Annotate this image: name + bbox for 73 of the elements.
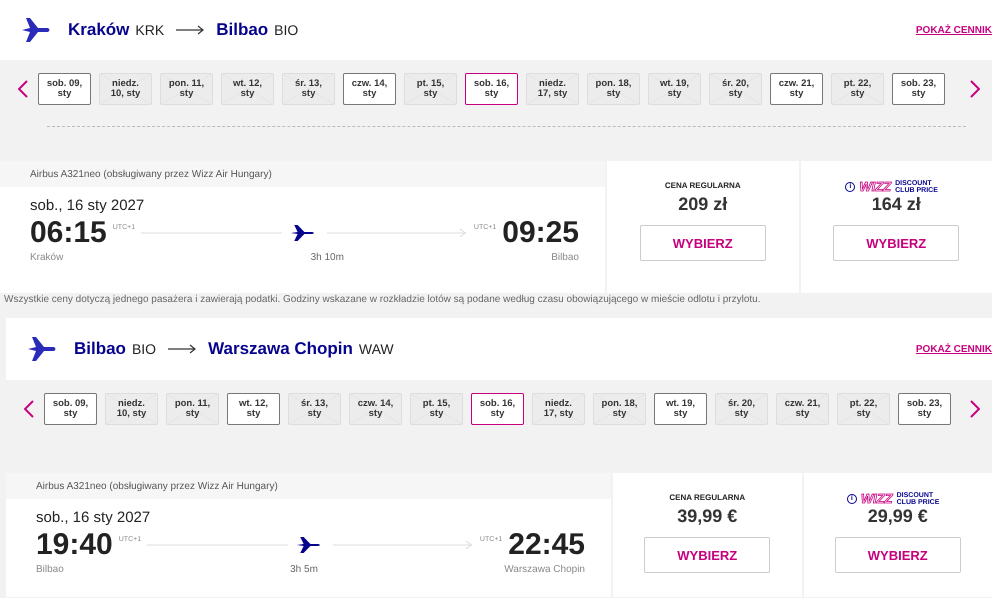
date-chip[interactable]: pt. 22, sty [831,73,884,105]
date-chip[interactable]: sob. 09, sty [44,393,97,425]
aircraft-label: Airbus A321neo (obsługiwany przez Wizz Air Hungary) [6,473,611,499]
select-button[interactable]: WYBIERZ [644,537,770,573]
show-price-list-link[interactable]: POKAŻ CENNIK [916,344,992,354]
destination-code: WAW [358,341,394,357]
date-chip[interactable]: wt. 19, sty [654,393,707,425]
date-chip[interactable]: czw. 14, sty [343,73,396,105]
date-chip[interactable]: śr. 20, sty [709,73,762,105]
origin-code: KRK [135,22,164,38]
date-chip[interactable]: wt. 19, sty [648,73,701,105]
date-chip[interactable]: śr. 13, sty [282,73,335,105]
date-chip[interactable]: śr. 13, sty [288,393,341,425]
date-chip[interactable]: pon. 18, sty [593,393,646,425]
date-chip[interactable]: niedz. 17, sty [526,73,579,105]
destination-city: Warszawa Chopin [208,339,353,359]
origin-code: BIO [132,341,156,357]
departure-city: Bilbao [36,564,64,575]
departure-time: 06:15 [30,216,107,250]
origin-city: Kraków [68,20,130,40]
destination-city: Bilbao [216,20,268,40]
arrow-icon [168,344,196,354]
arrow-icon [176,25,204,35]
show-price-list-link[interactable]: POKAŻ CENNIK [916,24,992,36]
chevron-left-icon[interactable] [18,80,28,98]
chevron-right-icon[interactable] [970,80,980,98]
arrival-city: Bilbao [551,252,579,263]
price-disclaimer: Wszystkie ceny dotyczą jednego pasażera i zawierają podatki. Godziny wskazane w rozkładzie lotów są podane według czasu obowiązującego w mieście odlotu i przylotu. [3,294,762,306]
arrival-city: Warszawa Chopin [504,564,585,575]
date-chip[interactable]: pt. 22, sty [837,393,890,425]
aircraft-label: Airbus A321neo (obsługiwany przez Wizz Air Hungary) [0,161,605,187]
date-chip[interactable]: pt. 15, sty [404,73,457,105]
flight-date: sob., 16 sty 2027 [30,197,146,214]
date-chip[interactable]: wt. 12, sty [227,393,280,425]
chevron-left-icon[interactable] [24,400,34,418]
date-chip[interactable]: sob. 23, sty [892,73,945,105]
date-chip[interactable]: sob. 23, sty [898,393,951,425]
date-chip[interactable]: pt. 15, sty [410,393,463,425]
club-logo: WIZZ [860,491,893,506]
date-chip[interactable]: niedz. 17, sty [532,393,585,425]
select-button[interactable]: WYBIERZ [833,225,960,261]
arrival-time: 22:45 [508,528,585,562]
date-chip[interactable]: niedz. 10, sty [105,393,158,425]
date-chip[interactable]: czw. 21, sty [770,73,823,105]
fare-label: CENA REGULARNA [669,493,746,504]
date-chip[interactable]: pon. 11, sty [166,393,219,425]
price: 164 zł [872,194,921,215]
fare-label: CENA REGULARNA [664,181,741,192]
date-chip[interactable]: czw. 14, sty [349,393,402,425]
departure-city: Kraków [30,252,64,263]
date-chip[interactable]: niedz. 10, sty [99,73,152,105]
date-chip[interactable]: sob. 16, sty [471,393,524,425]
date-chip[interactable]: sob. 09, sty [38,73,91,105]
price: 209 zł [678,194,728,215]
flight-duration: 3h 10m [310,252,344,263]
date-chip[interactable]: pon. 11, sty [160,73,213,105]
departure-time: 19:40 [36,528,113,562]
select-button[interactable]: WYBIERZ [640,225,766,261]
destination-code: BIO [274,22,298,38]
date-chip[interactable]: czw. 21, sty [776,393,829,425]
select-button[interactable]: WYBIERZ [834,537,961,573]
flight-date: sob., 16 sty 2027 [36,509,152,526]
date-chip[interactable]: śr. 20, sty [715,393,768,425]
club-logo: WIZZ [859,179,892,194]
chevron-right-icon[interactable] [970,400,980,418]
origin-city: Bilbao [74,339,126,359]
arrival-time: 09:25 [502,216,579,250]
price: 39,99 € [677,506,738,527]
date-chip[interactable]: sob. 16, sty [465,73,518,105]
date-chip[interactable]: pon. 18, sty [587,73,640,105]
price: 29,99 € [868,506,928,527]
date-chip[interactable]: wt. 12, sty [221,73,274,105]
flight-duration: 3h 5m [290,564,318,575]
